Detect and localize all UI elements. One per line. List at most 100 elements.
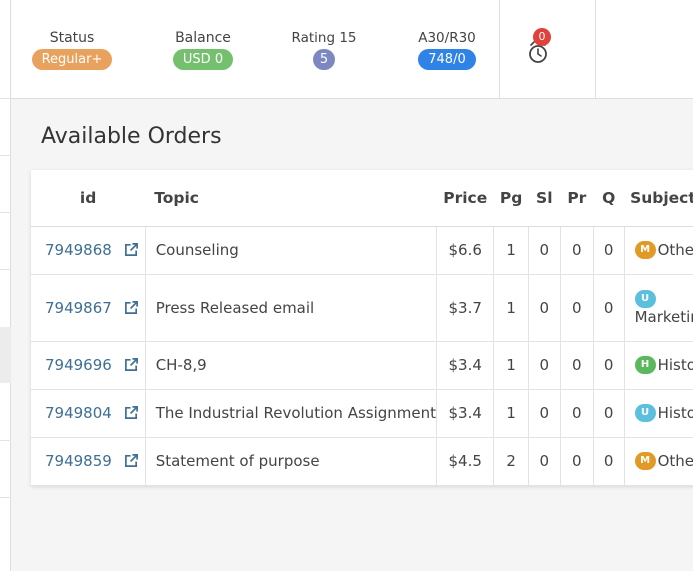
- header-divider: [499, 0, 500, 99]
- order-id-link[interactable]: 7949868: [45, 241, 112, 259]
- balance-stat: Balance USD 0: [165, 28, 241, 70]
- sidebar-divider: [0, 155, 11, 156]
- subject-cell: UMarketing: [624, 274, 693, 342]
- order-id-cell: 7949868: [31, 226, 146, 275]
- pages-cell: 1: [493, 274, 529, 342]
- slides-cell: 0: [528, 437, 561, 486]
- pages-cell: 1: [493, 341, 529, 390]
- academic-level-badge: M: [634, 241, 656, 260]
- column-header-pg[interactable]: Pg: [493, 170, 529, 227]
- status-badge: Regular+: [31, 49, 113, 70]
- problems-cell: 0: [560, 274, 594, 342]
- table-header-row: id Topic Price Pg Sl Pr Q Subject: [31, 170, 693, 227]
- orders-table-body: 7949868Counseling$6.61000MOther7949867Pr…: [31, 226, 693, 486]
- order-id-cell: 7949804: [31, 389, 146, 438]
- alarm-count-badge: 0: [533, 28, 551, 46]
- order-id-cell: 7949696: [31, 341, 146, 390]
- price-cell: $3.7: [436, 274, 495, 342]
- status-label: Status: [49, 30, 95, 46]
- table-row[interactable]: 7949859 Statement of purpose $4.5 2 0 0 0 M Othe…: [31, 437, 693, 486]
- subject-cell: HHistory: [624, 341, 693, 390]
- problems-cell: 0: [560, 341, 594, 390]
- column-header-pr[interactable]: Pr: [560, 170, 594, 227]
- a30r30-badge: 748/0: [418, 49, 476, 70]
- order-id-link[interactable]: 7949859: [45, 452, 112, 470]
- table-row[interactable]: 7949696CH-8,9$3.41000HHistory: [31, 341, 693, 390]
- subject-label: History: [657, 403, 693, 422]
- balance-badge: USD 0: [172, 49, 234, 70]
- rating-badge: 5: [312, 49, 336, 70]
- academic-level-badge: U: [634, 289, 656, 308]
- questions-cell: 0: [593, 389, 625, 438]
- topic-cell: Press Released email: [145, 274, 438, 342]
- column-header-topic[interactable]: Topic: [145, 170, 437, 227]
- table-row[interactable]: 7949867 Press Released email $3.7 1 0 0 0 U Mark…: [31, 274, 693, 342]
- slides-cell: 0: [528, 226, 561, 275]
- order-id-link[interactable]: 7949867: [45, 299, 112, 317]
- sidebar-divider: [0, 98, 11, 99]
- column-header-price[interactable]: Price: [436, 170, 494, 227]
- column-header-sl[interactable]: Sl: [528, 170, 561, 227]
- academic-level-badge: H: [634, 356, 656, 375]
- sidebar-divider: [0, 497, 11, 498]
- price-cell: $3.4: [436, 389, 495, 438]
- subject-label: Other: [657, 240, 693, 259]
- a30r30-stat: A30/R30 748/0: [407, 28, 487, 70]
- pages-cell: 2: [493, 437, 529, 486]
- table-row[interactable]: 7949868Counseling$6.61000MOther: [31, 226, 693, 275]
- order-id-link[interactable]: 7949804: [45, 404, 112, 422]
- external-link-icon[interactable]: [124, 405, 139, 420]
- subject-cell: MOther: [624, 226, 693, 275]
- external-link-icon[interactable]: [124, 453, 139, 468]
- orders-table: id Topic Price Pg Sl Pr Q Subject 794986…: [31, 170, 693, 486]
- pages-cell: 1: [493, 389, 529, 438]
- questions-cell: 0: [593, 437, 625, 486]
- topic-cell: Counseling: [145, 226, 438, 275]
- column-header-subject[interactable]: Subject: [624, 170, 693, 227]
- subject-cell: UHistory: [624, 389, 693, 438]
- price-cell: $3.4: [436, 341, 495, 390]
- topic-cell: CH-8,9: [145, 341, 438, 390]
- slides-cell: 0: [528, 389, 561, 438]
- order-id-link[interactable]: 7949696: [45, 356, 112, 374]
- price-cell: $6.6: [436, 226, 495, 275]
- academic-level-badge: M: [634, 452, 656, 471]
- pages-cell: 1: [493, 226, 529, 275]
- rating-label: Rating 15: [291, 30, 357, 46]
- external-link-icon[interactable]: [124, 242, 139, 257]
- academic-level-badge: U: [634, 404, 656, 423]
- subject-cell: MOther: [624, 437, 693, 486]
- questions-cell: 0: [593, 341, 625, 390]
- table-row[interactable]: 7949804 The Industrial Revolution Assignm…: [31, 389, 693, 438]
- subject-label: Other: [657, 451, 693, 470]
- subject-label: Marketing: [634, 307, 693, 326]
- external-link-icon[interactable]: [124, 300, 139, 315]
- status-stat: Status Regular+: [30, 28, 114, 70]
- column-header-id[interactable]: id: [31, 170, 146, 227]
- sidebar-divider: [0, 212, 11, 213]
- subject-label: History: [657, 355, 693, 374]
- problems-cell: 0: [560, 437, 594, 486]
- sidebar-item-active[interactable]: [0, 327, 11, 383]
- order-id-cell: 7949859: [31, 437, 146, 486]
- sidebar: [0, 0, 11, 571]
- order-id-cell: 7949867: [31, 274, 146, 342]
- problems-cell: 0: [560, 389, 594, 438]
- questions-cell: 0: [593, 274, 625, 342]
- page-title: Available Orders: [41, 124, 222, 149]
- questions-cell: 0: [593, 226, 625, 275]
- column-header-q[interactable]: Q: [593, 170, 625, 227]
- problems-cell: 0: [560, 226, 594, 275]
- sidebar-divider: [0, 269, 11, 270]
- a30r30-label: A30/R30: [418, 30, 476, 46]
- rating-stat: Rating 15 5: [285, 28, 363, 70]
- topic-cell: Statement of purpose: [145, 437, 438, 486]
- price-cell: $4.5: [436, 437, 495, 486]
- external-link-icon[interactable]: [124, 357, 139, 372]
- topic-cell: The Industrial Revolution Assignment: [145, 389, 438, 438]
- slides-cell: 0: [528, 274, 561, 342]
- header-bar: Status Regular+ Balance USD 0 Rating 15 …: [11, 0, 693, 99]
- balance-label: Balance: [175, 30, 231, 46]
- slides-cell: 0: [528, 341, 561, 390]
- sidebar-divider: [0, 440, 11, 441]
